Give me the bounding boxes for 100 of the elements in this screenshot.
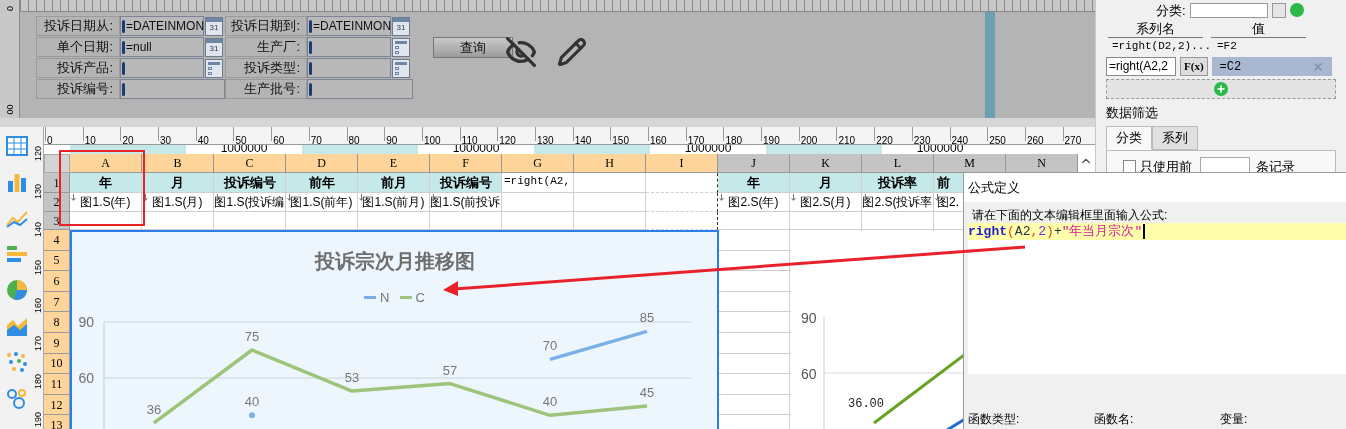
ruler-label: 170 [687, 135, 705, 146]
column-header[interactable]: E [358, 154, 430, 173]
ruler-label: 240 [951, 135, 969, 146]
header-cell: 月 [790, 173, 862, 193]
column-header[interactable]: K [790, 154, 862, 173]
column-header[interactable]: F [430, 154, 502, 173]
table-icon[interactable] [6, 135, 28, 157]
header-cell: 年 [718, 173, 790, 193]
category-field[interactable] [1189, 2, 1268, 18]
input-field[interactable] [307, 37, 391, 57]
row-header[interactable]: 4 [44, 230, 70, 251]
ruler-label: 210 [837, 135, 856, 146]
row-header[interactable]: 12 [44, 394, 70, 416]
row-header[interactable]: 2 [44, 193, 70, 212]
field-label: 投诉编号: [57, 80, 113, 99]
row-header[interactable]: 9 [44, 332, 70, 354]
column-header[interactable]: H [574, 154, 646, 173]
field-value: =DATEINMON [313, 18, 392, 35]
formula-token: right [968, 222, 1007, 241]
calendar-icon[interactable]: 31 [205, 38, 223, 57]
header-cell: 年 [70, 173, 142, 193]
formula-token: 2 [1038, 222, 1047, 241]
dropdown-list-icon[interactable] [392, 59, 410, 78]
column-header[interactable]: I [646, 154, 718, 173]
column-header[interactable]: C [214, 154, 286, 173]
dropdown-list-icon[interactable] [205, 59, 223, 78]
empty-cell [718, 312, 790, 333]
input-field[interactable]: =DATEINMON [307, 16, 391, 36]
select-all-corner[interactable] [44, 154, 70, 173]
input-field[interactable] [307, 58, 391, 78]
chart-panel[interactable]: 60 90 40 70 85 36 75 53 57 40 45 投诉宗次月推移图 N C [70, 230, 719, 429]
formula-token: "年当月宗次" [1061, 222, 1143, 241]
row-header[interactable]: 13 [44, 415, 70, 429]
pie-chart-icon[interactable] [6, 279, 28, 301]
input-field[interactable]: =DATEINMON [120, 16, 204, 36]
pencil-icon[interactable] [557, 37, 587, 67]
header-cell: 投诉编号 [430, 173, 502, 193]
row-header[interactable]: 7 [44, 291, 70, 313]
ruler-label: 120 [499, 135, 516, 146]
series-row[interactable]: =right(D2,2)... =F2 [1106, 38, 1336, 55]
ruler-label: 170 [34, 336, 43, 351]
ruler-label: 270 [1063, 135, 1082, 146]
bar-chart-icon[interactable] [6, 171, 28, 193]
selected-series-value[interactable]: =C2 [1211, 57, 1332, 76]
fx-button[interactable]: F(x) [1180, 57, 1208, 76]
add-series-row[interactable] [1106, 79, 1336, 99]
series-name-field[interactable]: =right(A2,2 [1106, 57, 1176, 76]
area-chart-icon[interactable] [6, 315, 28, 337]
data-cell: 图2.S(月) [790, 193, 862, 212]
data-cell: 图1.S(投诉编 [214, 193, 286, 212]
close-icon[interactable] [1311, 60, 1324, 73]
input-field[interactable] [120, 58, 204, 78]
query-button[interactable]: 查询 [433, 37, 513, 58]
legend-label: N [380, 289, 390, 307]
row-header[interactable]: 6 [44, 271, 70, 292]
y-tick-label: 60 [801, 366, 817, 382]
row-header[interactable]: 3 [44, 212, 70, 230]
tab[interactable]: 系列 [1152, 125, 1198, 150]
add-icon[interactable] [1289, 3, 1304, 17]
column-header[interactable]: M [934, 154, 1006, 173]
bubble-chart-icon[interactable] [6, 387, 28, 409]
section-title: 数据筛选 [1106, 104, 1159, 122]
input-field[interactable]: =null [120, 37, 204, 57]
column-header[interactable]: A [70, 154, 142, 173]
input-field[interactable] [120, 79, 225, 99]
row-header[interactable]: 10 [44, 353, 70, 375]
tab[interactable]: 分类 [1106, 125, 1152, 150]
eye-off-icon[interactable] [505, 36, 537, 68]
fx-button[interactable] [1271, 2, 1286, 18]
checkbox[interactable] [1123, 159, 1136, 173]
row-header[interactable]: 11 [44, 374, 70, 395]
calendar-icon[interactable]: 31 [392, 17, 410, 36]
column-header[interactable]: B [142, 154, 214, 173]
dropdown-list-icon[interactable] [392, 38, 410, 57]
ruler-label: 160 [34, 298, 43, 313]
column-header[interactable]: D [286, 154, 358, 173]
column-header[interactable]: L [862, 154, 934, 173]
ruler-label: 20 [121, 135, 134, 146]
calendar-icon[interactable]: 31 [205, 17, 223, 36]
ruler-label: 120 [34, 146, 43, 161]
y-tick-label: 90 [78, 314, 94, 330]
row-header[interactable]: 5 [44, 250, 70, 272]
ruler-label: 200 [799, 135, 818, 146]
scatter-chart-icon[interactable] [6, 351, 28, 373]
data-cell: 图1.S(前月) [358, 193, 430, 212]
header-cell: 前年 [286, 173, 358, 193]
ruler-label: 220 [875, 135, 893, 146]
column-header[interactable]: J [718, 154, 790, 173]
field-label: 投诉日期到: [231, 17, 300, 36]
row-header[interactable]: 1 [44, 173, 70, 193]
input-field[interactable] [307, 79, 413, 99]
formula-token: ( [1007, 222, 1015, 241]
column-header[interactable]: G [502, 154, 574, 173]
ruler-label: 0 [46, 135, 53, 146]
formula-editor[interactable]: right(A2,2)+"年当月宗次" [968, 223, 1346, 374]
row-header[interactable]: 8 [44, 312, 70, 333]
ruler-label: 150 [611, 135, 629, 146]
ruler-label: 00 [5, 104, 14, 115]
horizontal-bar-chart-icon[interactable] [6, 243, 28, 265]
ruler-label: 190 [762, 135, 780, 146]
